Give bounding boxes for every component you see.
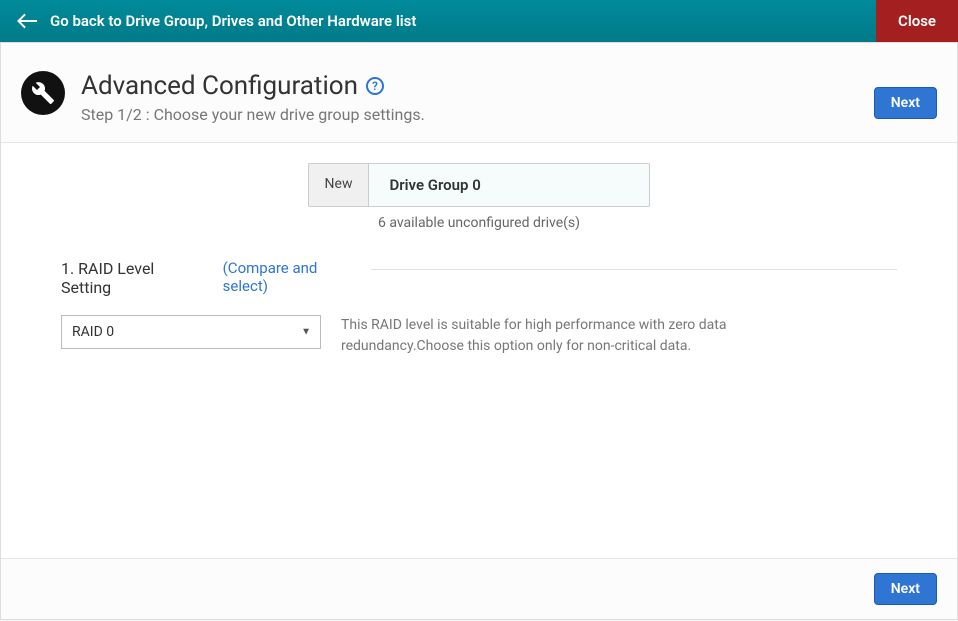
drive-group-container: New Drive Group 0: [308, 163, 651, 207]
close-button[interactable]: Close: [876, 0, 958, 42]
next-button-header[interactable]: Next: [874, 87, 937, 119]
raid-label-column: 1. RAID Level Setting (Compare and selec…: [61, 259, 351, 297]
help-icon[interactable]: ?: [366, 77, 384, 95]
raid-select-wrapper: RAID 0 ▼: [61, 315, 321, 349]
footer-section: Next: [1, 558, 957, 619]
next-button-footer[interactable]: Next: [874, 573, 937, 605]
page-title-row: Advanced Configuration ?: [81, 71, 874, 101]
page-subtitle: Step 1/2 : Choose your new drive group s…: [81, 105, 874, 124]
top-bar: Go back to Drive Group, Drives and Other…: [0, 0, 958, 42]
drive-group-new-badge: New: [309, 164, 370, 206]
back-button[interactable]: Go back to Drive Group, Drives and Other…: [0, 12, 876, 30]
content-section: New Drive Group 0 6 available unconfigur…: [1, 143, 957, 558]
wrench-icon: [21, 71, 65, 115]
header-text: Advanced Configuration ? Step 1/2 : Choo…: [81, 71, 874, 124]
raid-level-select[interactable]: RAID 0: [61, 315, 321, 349]
header-section: Advanced Configuration ? Step 1/2 : Choo…: [1, 43, 957, 143]
raid-section: 1. RAID Level Setting (Compare and selec…: [61, 259, 897, 297]
drive-group-box: New Drive Group 0: [61, 163, 897, 207]
section-divider: [371, 269, 897, 270]
page-title: Advanced Configuration: [81, 71, 358, 101]
available-drives-text: 6 available unconfigured drive(s): [61, 215, 897, 231]
raid-row: RAID 0 ▼ This RAID level is suitable for…: [61, 315, 897, 357]
raid-description: This RAID level is suitable for high per…: [341, 315, 781, 357]
back-arrow-icon: [16, 13, 38, 29]
raid-section-label: 1. RAID Level Setting: [61, 259, 193, 297]
drive-group-name: Drive Group 0: [369, 164, 649, 206]
compare-select-link[interactable]: (Compare and select): [223, 259, 351, 295]
main-container: Advanced Configuration ? Step 1/2 : Choo…: [0, 42, 958, 620]
back-text: Go back to Drive Group, Drives and Other…: [50, 12, 416, 30]
